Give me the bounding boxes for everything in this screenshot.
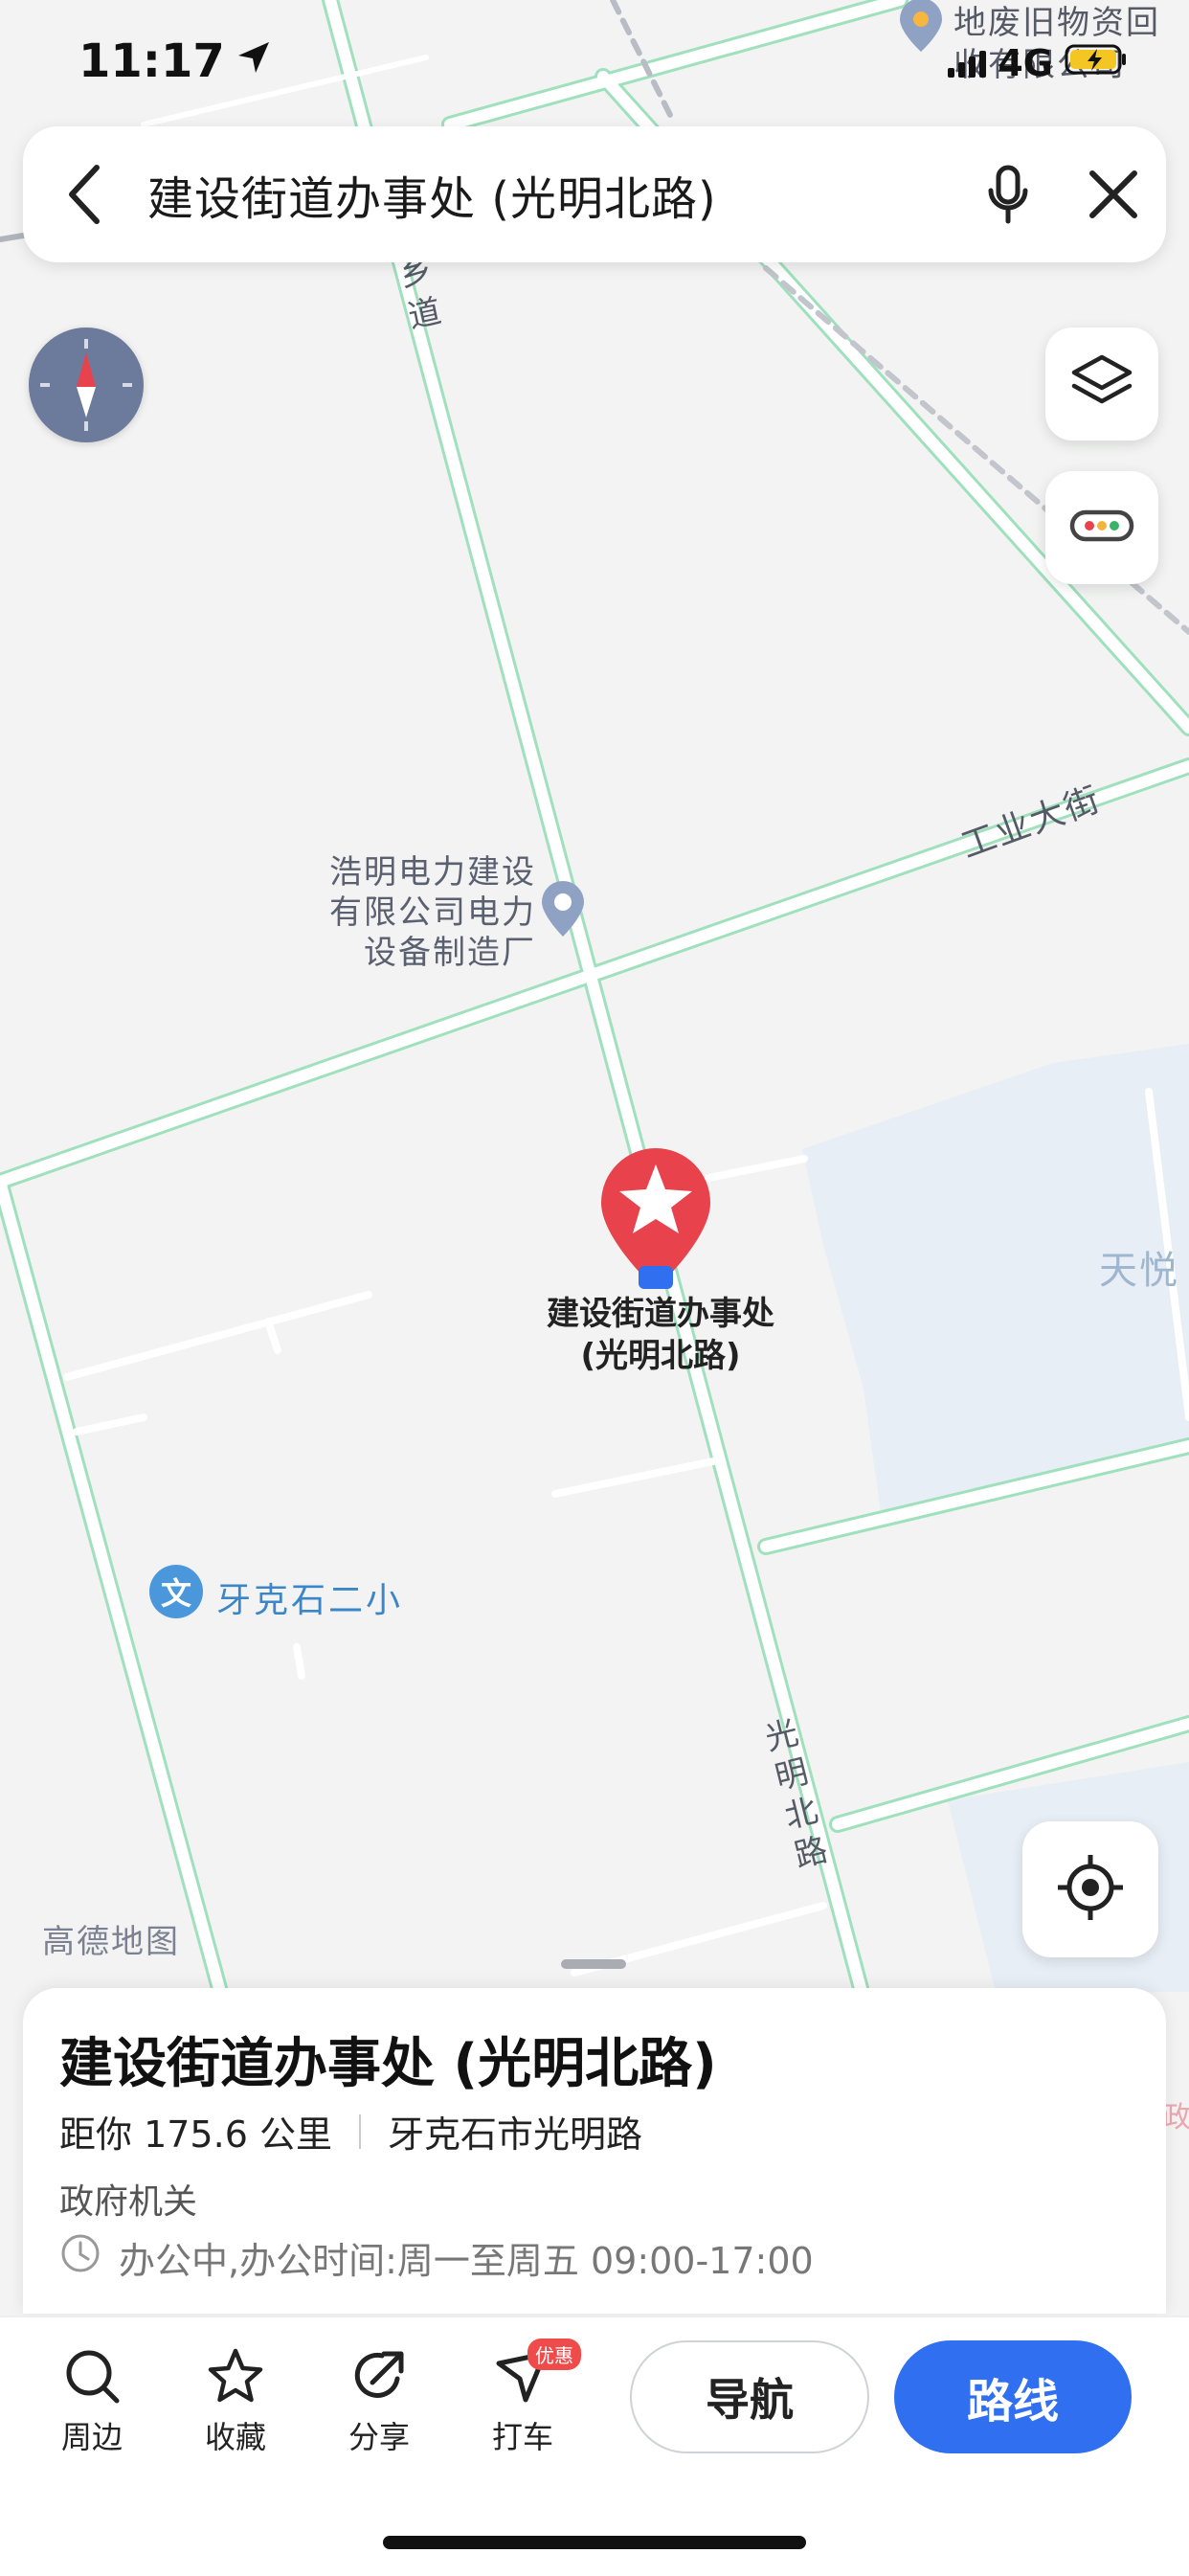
taxi-promo-badge: 优惠 — [527, 2339, 581, 2370]
map-label-edge: 政 — [1162, 2101, 1189, 2135]
network-type: 4G — [998, 42, 1053, 84]
school-icon[interactable]: 文 — [149, 1565, 203, 1618]
star-icon — [206, 2344, 265, 2407]
place-title: 建设街道办事处 (光明北路) — [59, 2033, 717, 2095]
compass-icon[interactable] — [29, 328, 144, 442]
location-arrow-icon — [235, 34, 273, 88]
toolbox-icon — [1068, 507, 1135, 549]
search-bar[interactable]: 建设街道办事处 (光明北路) — [23, 126, 1166, 262]
map-roads-fill — [0, 0, 1189, 1998]
poi-pin-icon[interactable] — [538, 881, 588, 942]
map-label-school[interactable]: 牙克石二小 — [216, 1572, 403, 1622]
route-button[interactable]: 路线 — [894, 2340, 1132, 2453]
favorite-label: 收藏 — [204, 2419, 266, 2455]
taxi-label: 打车 — [491, 2419, 553, 2455]
clock-icon — [59, 2232, 101, 2283]
back-icon[interactable] — [23, 126, 147, 262]
status-time: 11:17 — [79, 34, 273, 88]
sheet-drag-handle[interactable] — [561, 1959, 626, 1969]
layers-button[interactable] — [1045, 328, 1158, 441]
poi-pin-icon[interactable] — [894, 0, 948, 57]
status-time-text: 11:17 — [79, 34, 225, 88]
map-poi-label-line: 浩明电力建设 — [329, 853, 536, 892]
share-button[interactable]: 分享 — [322, 2344, 437, 2457]
map-poi-label-factory[interactable]: 浩明电力建设 有限公司电力 设备制造厂 — [287, 852, 536, 973]
search-query[interactable]: 建设街道办事处 (光明北路) — [147, 161, 955, 228]
signal-icon — [948, 49, 987, 78]
place-category: 政府机关 — [59, 2182, 198, 2222]
place-hours: 办公中,办公时间:周一至周五 09:00-17:00 — [59, 2231, 814, 2284]
place-distance: 距你 175.6 公里 — [59, 2113, 332, 2156]
map-label-tianyue: 天悦 — [1099, 1249, 1179, 1293]
layers-icon — [1068, 351, 1135, 417]
nearby-label: 周边 — [60, 2419, 123, 2455]
place-address[interactable]: 牙克石市光明路 — [388, 2105, 642, 2158]
favorite-button[interactable]: 收藏 — [178, 2344, 293, 2457]
nearby-button[interactable]: 周边 — [34, 2344, 149, 2457]
taxi-icon: 优惠 — [493, 2339, 581, 2407]
meta-divider — [358, 2113, 361, 2149]
share-icon — [349, 2344, 409, 2407]
map-poi-label-line: 有限公司电力 — [329, 893, 536, 932]
toolbox-button[interactable] — [1045, 471, 1158, 584]
close-icon[interactable] — [1061, 126, 1166, 262]
share-label: 分享 — [348, 2419, 410, 2455]
marker-label-line2: (光明北路) — [580, 1337, 741, 1375]
locate-button[interactable] — [1022, 1821, 1158, 1957]
taxi-button[interactable]: 优惠 打车 — [465, 2339, 581, 2457]
place-hours-text: 办公中,办公时间:周一至周五 09:00-17:00 — [119, 2240, 814, 2282]
status-right: 4G — [948, 42, 1128, 84]
place-meta-row: 距你 175.6 公里 牙克石市光明路 — [59, 2105, 642, 2158]
marker-label-line1: 建设街道办事处 — [547, 1295, 774, 1333]
marker-label: 建设街道办事处 (光明北路) — [498, 1293, 823, 1377]
home-indicator[interactable] — [383, 2536, 806, 2549]
amap-logo: 高德地图 — [42, 1923, 180, 1961]
search-icon — [62, 2344, 122, 2407]
map-poi-label-line: 设备制造厂 — [364, 934, 536, 972]
mic-icon[interactable] — [955, 126, 1061, 262]
locate-icon — [1056, 1853, 1125, 1926]
navigate-button[interactable]: 导航 — [630, 2340, 869, 2453]
marker-base-dot — [639, 1266, 673, 1289]
battery-charging-icon — [1065, 42, 1128, 84]
